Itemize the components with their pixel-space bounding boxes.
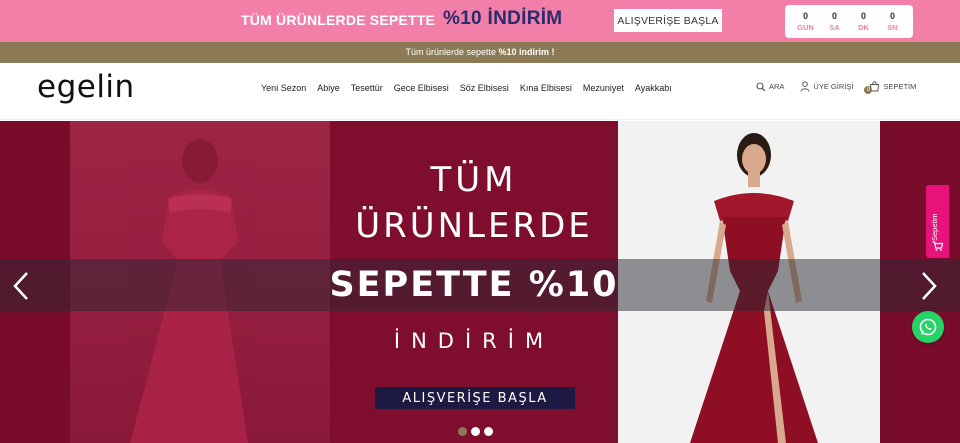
hero-heading-line4: İNDİRİM <box>393 329 555 353</box>
countdown-minutes: 0 DK <box>852 11 876 33</box>
countdown-hours: 0 SA <box>823 11 847 33</box>
cart-button[interactable]: 0 SEPETİM <box>864 81 917 94</box>
slider-dot[interactable] <box>484 427 493 436</box>
header-tools: ARA ÜYE GİRİŞİ 0 SEPETİM <box>756 81 917 94</box>
search-label: ARA <box>769 82 785 91</box>
promo-discount: %10 İNDİRİM <box>443 8 563 29</box>
chevron-right-icon <box>922 272 937 300</box>
countdown-value: 0 <box>831 10 837 21</box>
slider-dots <box>458 427 493 436</box>
hero-heading-line2: ÜRÜNLERDE <box>355 206 593 246</box>
user-icon <box>800 81 810 92</box>
nav-item-gece-elbisesi[interactable]: Gece Elbisesi <box>394 83 449 93</box>
side-cart-tab[interactable]: Sepetim <box>926 185 949 258</box>
login-label: ÜYE GİRİŞİ <box>813 82 854 91</box>
nav-item-abiye[interactable]: Abiye <box>317 83 340 93</box>
countdown-label: GÜN <box>797 22 814 32</box>
slider-dot[interactable] <box>471 427 480 436</box>
countdown-days: 0 GÜN <box>794 11 818 33</box>
countdown-value: 0 <box>889 10 895 21</box>
promo-bar: TÜM ÜRÜNLERDE SEPETTE %10 İNDİRİM ALIŞVE… <box>0 0 960 42</box>
nav-item-tesettur[interactable]: Tesettür <box>351 83 383 93</box>
chevron-left-icon <box>13 272 28 300</box>
nav-item-soz-elbisesi[interactable]: Söz Elbisesi <box>460 83 509 93</box>
cart-label: SEPETİM <box>883 82 917 91</box>
slider-dot[interactable] <box>458 427 467 436</box>
nav-item-kina-elbisesi[interactable]: Kına Elbisesi <box>520 83 572 93</box>
countdown-label: SN <box>887 22 898 32</box>
nav-item-yeni-sezon[interactable]: Yeni Sezon <box>261 83 306 93</box>
countdown-timer: 0 GÜN 0 SA 0 DK 0 SN <box>785 5 913 38</box>
search-icon <box>756 81 766 91</box>
announcement-bold: %10 indirim ! <box>498 47 555 57</box>
side-tab-label: Sepetim <box>930 213 939 241</box>
login-button[interactable]: ÜYE GİRİŞİ <box>800 81 853 92</box>
search-button[interactable]: ARA <box>756 81 785 92</box>
hero-slider: TÜM ÜRÜNLERDE SEPETTE %10 İNDİRİM ALIŞVE… <box>0 121 960 443</box>
countdown-value: 0 <box>860 10 866 21</box>
countdown-seconds: 0 SN <box>881 11 905 33</box>
countdown-label: DK <box>858 22 869 32</box>
logo[interactable]: egelin <box>37 69 135 105</box>
hero-heading-line3: SEPETTE %10 <box>329 265 619 305</box>
promo-shop-button[interactable]: ALIŞVERİŞE BAŞLA <box>614 9 722 32</box>
slider-prev-arrow[interactable] <box>10 271 32 301</box>
countdown-label: SA <box>829 22 840 32</box>
cart-count-badge: 0 <box>864 86 873 94</box>
announcement-bar: Tüm ürünlerde sepette %10 indirim ! <box>0 42 960 63</box>
nav-item-mezuniyet[interactable]: Mezuniyet <box>583 83 624 93</box>
slider-next-arrow[interactable] <box>918 271 940 301</box>
countdown-value: 0 <box>802 10 808 21</box>
promo-text: TÜM ÜRÜNLERDE SEPETTE <box>241 12 435 28</box>
site-header: egelin Yeni Sezon Abiye Tesettür Gece El… <box>0 63 960 120</box>
main-nav: Yeni Sezon Abiye Tesettür Gece Elbisesi … <box>261 83 672 93</box>
whatsapp-icon <box>919 318 937 336</box>
hero-heading-line1: TÜM <box>430 160 518 200</box>
announcement-text: Tüm ürünlerde sepette <box>405 47 499 57</box>
hero-shop-button[interactable]: ALIŞVERİŞE BAŞLA <box>375 387 575 409</box>
cart-icon: 0 <box>864 81 880 94</box>
whatsapp-button[interactable] <box>912 311 944 343</box>
cart-icon <box>932 241 943 251</box>
nav-item-ayakkabi[interactable]: Ayakkabı <box>635 83 672 93</box>
